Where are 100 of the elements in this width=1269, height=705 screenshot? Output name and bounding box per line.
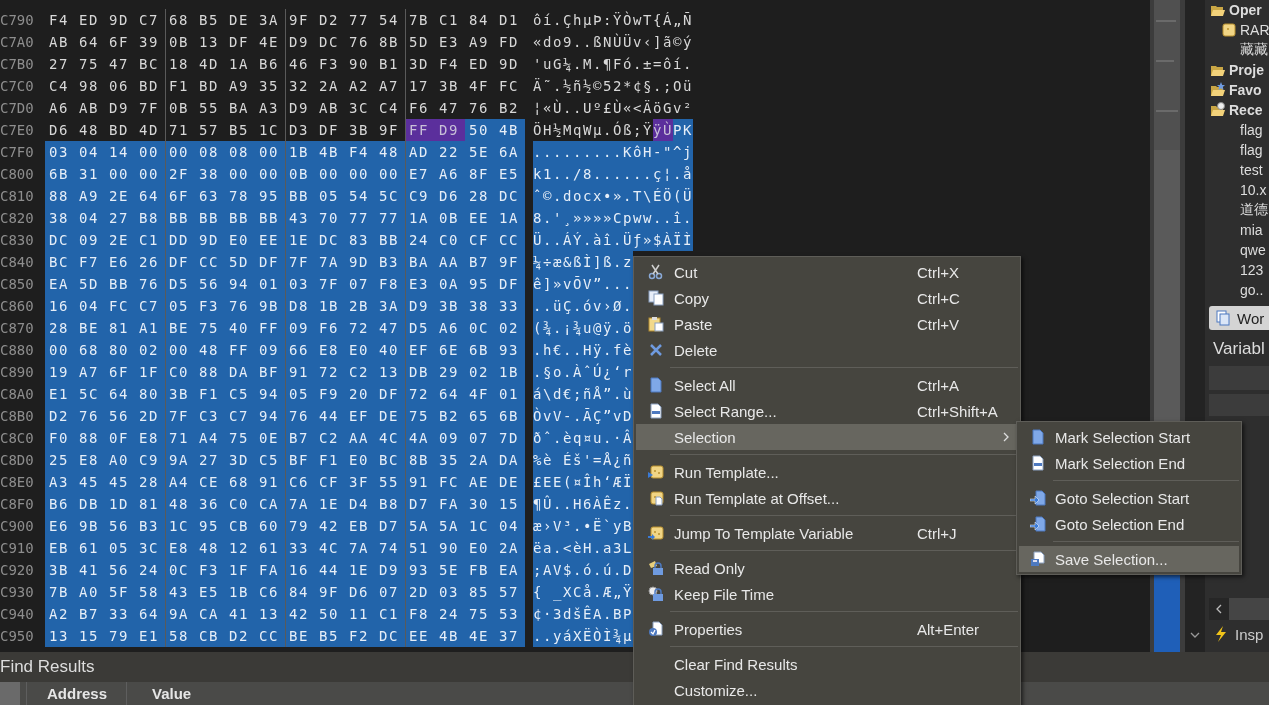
tree-item[interactable]: Proje — [1205, 60, 1269, 80]
tree-item[interactable]: Rece — [1205, 100, 1269, 120]
ascii-text: (¾.¡¾u@ÿ.ö — [533, 317, 633, 339]
tree-item[interactable]: go.. — [1205, 280, 1269, 300]
tree-item[interactable]: flag — [1205, 140, 1269, 160]
chevron-left-icon — [1216, 604, 1222, 614]
ascii-text: «do9..ßNÙÜv‹]ã©ý — [533, 32, 693, 52]
address-label: C900 — [0, 517, 35, 536]
address-label: C950 — [0, 627, 35, 646]
document-icon — [648, 377, 664, 393]
document-icon — [648, 403, 664, 419]
hex-bytes: C4 98 06 BD F1 BD A9 35 32 2A A2 A7 17 3B 4F FC — [48, 77, 520, 96]
tree-item[interactable]: RAR — [1205, 20, 1269, 40]
tree-item[interactable]: Favo — [1205, 80, 1269, 100]
workspace-tab[interactable]: Wor — [1209, 306, 1269, 330]
ascii-text: ðˆ.èq¤u.·Â — [533, 427, 633, 449]
address-label: C7C0 — [0, 77, 35, 96]
tree-item[interactable]: 藏藏 — [1205, 40, 1269, 60]
ascii-text: ÒvV-.ÃÇ”vD — [533, 405, 633, 427]
address-label: C940 — [0, 605, 35, 624]
tree-item[interactable]: 123 — [1205, 260, 1269, 280]
scissors-icon — [648, 264, 664, 280]
ascii-text: æ›V³.•Ë`yB — [533, 515, 633, 537]
ascii-text: .........KôH-"^j — [533, 141, 693, 163]
chevron-icon — [1003, 432, 1009, 442]
menu-item[interactable]: Clear Find Results — [636, 651, 1018, 677]
column-header[interactable]: Address — [26, 682, 126, 705]
menu-item[interactable]: Jump To Template Variable Ctrl+J — [636, 520, 1018, 546]
tree-item[interactable]: 10.x — [1205, 180, 1269, 200]
copy-icon — [648, 290, 664, 306]
menu-item[interactable]: Properties Alt+Enter — [636, 616, 1018, 642]
properties-icon — [648, 621, 664, 637]
menu-item[interactable]: Delete — [636, 337, 1018, 363]
menu-item[interactable]: Keep File Time — [636, 581, 1018, 607]
address-label: C920 — [0, 561, 35, 580]
address-label: C930 — [0, 583, 35, 602]
address-label: C7B0 — [0, 55, 35, 74]
menu-item[interactable]: Mark Selection Start — [1019, 424, 1239, 450]
ascii-text: ¢·3dšÊA.BP — [533, 603, 633, 625]
scroll-icon — [648, 490, 664, 506]
scroll-icon — [648, 525, 664, 541]
menu-item[interactable]: Run Template at Offset... — [636, 485, 1018, 511]
menu-item[interactable]: Paste Ctrl+V — [636, 311, 1018, 337]
menu-item[interactable]: Goto Selection End — [1019, 511, 1239, 537]
scroll-left-button[interactable] — [1209, 598, 1229, 620]
tree-item[interactable]: mia — [1205, 220, 1269, 240]
panel-title: Variabl — [1212, 338, 1266, 360]
scroll-down-icon[interactable] — [1190, 632, 1200, 638]
shortcut-label: Ctrl+V — [917, 315, 961, 333]
menu-item[interactable]: Selection — [636, 424, 1018, 450]
hex-bytes: D6 48 BD 4D 71 57 B5 1C D3 DF 3B 9F — [48, 121, 400, 140]
ascii-text: ÿÙ — [653, 119, 673, 141]
shortcut-label: Ctrl+A — [917, 376, 961, 394]
address-label: C790 — [0, 11, 35, 30]
save-icon — [1030, 551, 1046, 567]
address-label: C7D0 — [0, 99, 35, 118]
ascii-text: Ü..ÁÝ.àî.Üƒ»$ÀÏÌ — [533, 229, 693, 251]
lock-icon — [648, 586, 664, 602]
inspector-tab[interactable]: Insp — [1205, 620, 1269, 648]
shortcut-label: Ctrl+Shift+A — [917, 402, 999, 420]
lightning-icon — [1213, 626, 1229, 642]
folder-star-icon — [1210, 82, 1226, 98]
ascii-text: { _XCå.Æ„Ÿ — [533, 581, 633, 603]
address-label: C820 — [0, 209, 35, 228]
address-label: C850 — [0, 275, 35, 294]
document-icon — [1030, 455, 1046, 471]
column-header[interactable]: Value — [126, 682, 272, 705]
tree-item[interactable]: qwe — [1205, 240, 1269, 260]
tree-item[interactable]: flag — [1205, 120, 1269, 140]
address-label: C7F0 — [0, 143, 35, 162]
menu-item[interactable]: Cut Ctrl+X — [636, 259, 1018, 285]
ascii-text: %è Éš'=Å¿ñ — [533, 449, 633, 471]
tree-item[interactable]: 道德 — [1205, 200, 1269, 220]
tree-item[interactable]: Oper — [1205, 0, 1269, 20]
address-label: C840 — [0, 253, 35, 272]
address-label: C8F0 — [0, 495, 35, 514]
menu-item[interactable]: Run Template... — [636, 459, 1018, 485]
ascii-text: ëa.<èH.a3L — [533, 537, 633, 559]
menu-item[interactable]: Goto Selection Start — [1019, 485, 1239, 511]
hex-bytes: A6 AB D9 7F 0B 55 BA A3 D9 AB 3C C4 F6 47 76 B2 — [48, 99, 520, 118]
address-label: C8D0 — [0, 451, 35, 470]
address-label: C8A0 — [0, 385, 35, 404]
hex-bytes: F4 ED 9D C7 68 B5 DE 3A 9F D2 77 54 7B C1 84 D1 — [48, 11, 520, 30]
paste-icon — [648, 316, 664, 332]
goto-icon — [1030, 516, 1046, 532]
tree-item[interactable]: test — [1205, 160, 1269, 180]
address-label: C830 — [0, 231, 35, 250]
menu-item[interactable]: Select Range... Ctrl+Shift+A — [636, 398, 1018, 424]
ascii-text: ¶Û..H6ÀÊz. — [533, 493, 633, 515]
select-all-cell[interactable] — [0, 682, 20, 705]
menu-item[interactable]: Read Only — [636, 555, 1018, 581]
goto-icon — [1030, 490, 1046, 506]
menu-item[interactable]: Copy Ctrl+C — [636, 285, 1018, 311]
ascii-text: ..üÇ.óv›Ø. — [533, 295, 633, 317]
shortcut-label: Ctrl+X — [917, 263, 961, 281]
menu-item[interactable]: Save Selection... — [1019, 546, 1239, 572]
ascii-text: á\d€;ñÅ”.ù — [533, 383, 633, 405]
menu-item[interactable]: Mark Selection End — [1019, 450, 1239, 476]
menu-item[interactable]: Customize... — [636, 677, 1018, 703]
menu-item[interactable]: Select All Ctrl+A — [636, 372, 1018, 398]
